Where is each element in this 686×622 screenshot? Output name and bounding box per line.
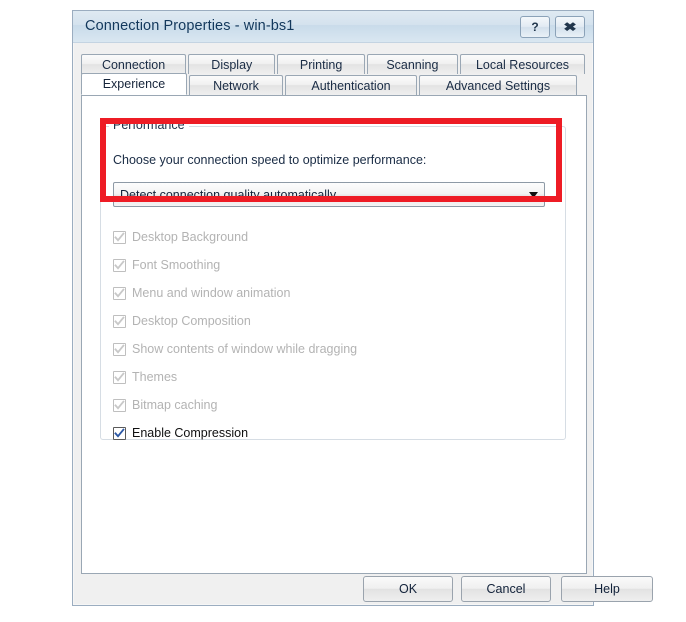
checkbox-row-desktop-background: Desktop Background: [113, 223, 553, 251]
tab-experience[interactable]: Experience: [81, 73, 187, 95]
checkbox-row-themes: Themes: [113, 363, 553, 391]
tab-label: Scanning: [386, 57, 439, 72]
close-icon: ✖: [563, 20, 577, 34]
experience-options-list: Desktop Background Font Smoothing Menu and…: [113, 223, 553, 447]
checkbox-icon: [113, 370, 126, 384]
checkbox-icon: [113, 286, 126, 300]
checkbox-icon: [113, 314, 126, 328]
checkbox-label: Bitmap caching: [132, 398, 218, 412]
close-button[interactable]: ✖: [555, 16, 585, 38]
help-icon-button[interactable]: ?: [520, 16, 550, 38]
tab-strip: Connection Display Printing Scanning Local R…: [81, 53, 587, 95]
connection-properties-dialog: Connection Properties - win-bs1 ? ✖ Conn…: [72, 10, 653, 606]
question-mark-icon: ?: [531, 20, 539, 34]
performance-group-label: Performance: [109, 118, 189, 132]
tab-label: Authentication: [311, 78, 391, 93]
checkbox-icon[interactable]: [113, 426, 126, 440]
tab-label: Network: [213, 78, 259, 93]
tab-local-resources[interactable]: Local Resources: [460, 54, 585, 74]
button-label: OK: [398, 582, 418, 596]
checkbox-row-enable-compression[interactable]: Enable Compression: [113, 419, 553, 447]
tab-label: Local Resources: [475, 57, 570, 72]
tab-advanced-settings[interactable]: Advanced Settings: [419, 75, 577, 95]
checkbox-row-bitmap-caching: Bitmap caching: [113, 391, 553, 419]
window-title: Connection Properties - win-bs1: [85, 18, 295, 34]
checkbox-label: Themes: [132, 370, 178, 384]
dialog-button-bar: OK Cancel Help: [73, 576, 653, 606]
chevron-down-icon[interactable]: [522, 191, 544, 198]
checkbox-row-menu-and-window-animation: Menu and window animation: [113, 279, 553, 307]
tab-row-secondary: Experience Network Authentication Advanced …: [81, 73, 587, 95]
checkbox-label: Show contents of window while dragging: [132, 342, 358, 356]
help-button[interactable]: Help: [561, 576, 653, 602]
performance-group-box: Performance Choose your connection speed…: [100, 118, 566, 440]
checkbox-row-desktop-composition: Desktop Composition: [113, 307, 553, 335]
tab-row-primary: Connection Display Printing Scanning Local R…: [81, 53, 587, 74]
checkbox-icon: [113, 398, 126, 412]
tab-label: Printing: [299, 57, 343, 72]
experience-tab-panel: Performance Choose your connection speed…: [81, 95, 587, 574]
checkbox-row-font-smoothing: Font Smoothing: [113, 251, 553, 279]
checkbox-label: Desktop Composition: [132, 314, 251, 328]
checkbox-row-show-contents-of-window-while-dragging: Show contents of window while dragging: [113, 335, 553, 363]
tab-label: Advanced Settings: [445, 78, 551, 93]
tab-connection[interactable]: Connection: [81, 54, 187, 74]
tab-display[interactable]: Display: [188, 54, 276, 74]
checkbox-label: Font Smoothing: [132, 258, 221, 272]
title-bar: Connection Properties - win-bs1 ? ✖: [73, 11, 593, 43]
checkbox-label: Menu and window animation: [132, 286, 291, 300]
checkbox-icon: [113, 258, 126, 272]
tab-printing[interactable]: Printing: [277, 54, 365, 74]
title-bar-buttons: ? ✖: [520, 16, 585, 38]
cancel-button[interactable]: Cancel: [461, 576, 551, 602]
tab-label: Experience: [102, 77, 166, 91]
tab-authentication[interactable]: Authentication: [285, 75, 417, 95]
screenshot-root: Connection Properties - win-bs1 ? ✖ Conn…: [0, 0, 686, 622]
connection-speed-dropdown[interactable]: Detect connection quality automatically: [113, 182, 545, 207]
connection-speed-selected-value: Detect connection quality automatically: [120, 187, 337, 202]
checkbox-icon: [113, 230, 126, 244]
tab-scanning[interactable]: Scanning: [366, 54, 459, 74]
checkbox-label: Enable Compression: [132, 426, 249, 440]
button-label: Help: [594, 582, 620, 596]
ok-button[interactable]: OK: [363, 576, 453, 602]
checkbox-icon: [113, 342, 126, 356]
connection-speed-prompt: Choose your connection speed to optimize…: [113, 153, 427, 167]
button-label: Cancel: [486, 582, 526, 596]
checkbox-label: Desktop Background: [132, 230, 249, 244]
tab-label: Connection: [101, 57, 166, 72]
tab-network[interactable]: Network: [189, 75, 283, 95]
tab-label: Display: [211, 57, 253, 72]
